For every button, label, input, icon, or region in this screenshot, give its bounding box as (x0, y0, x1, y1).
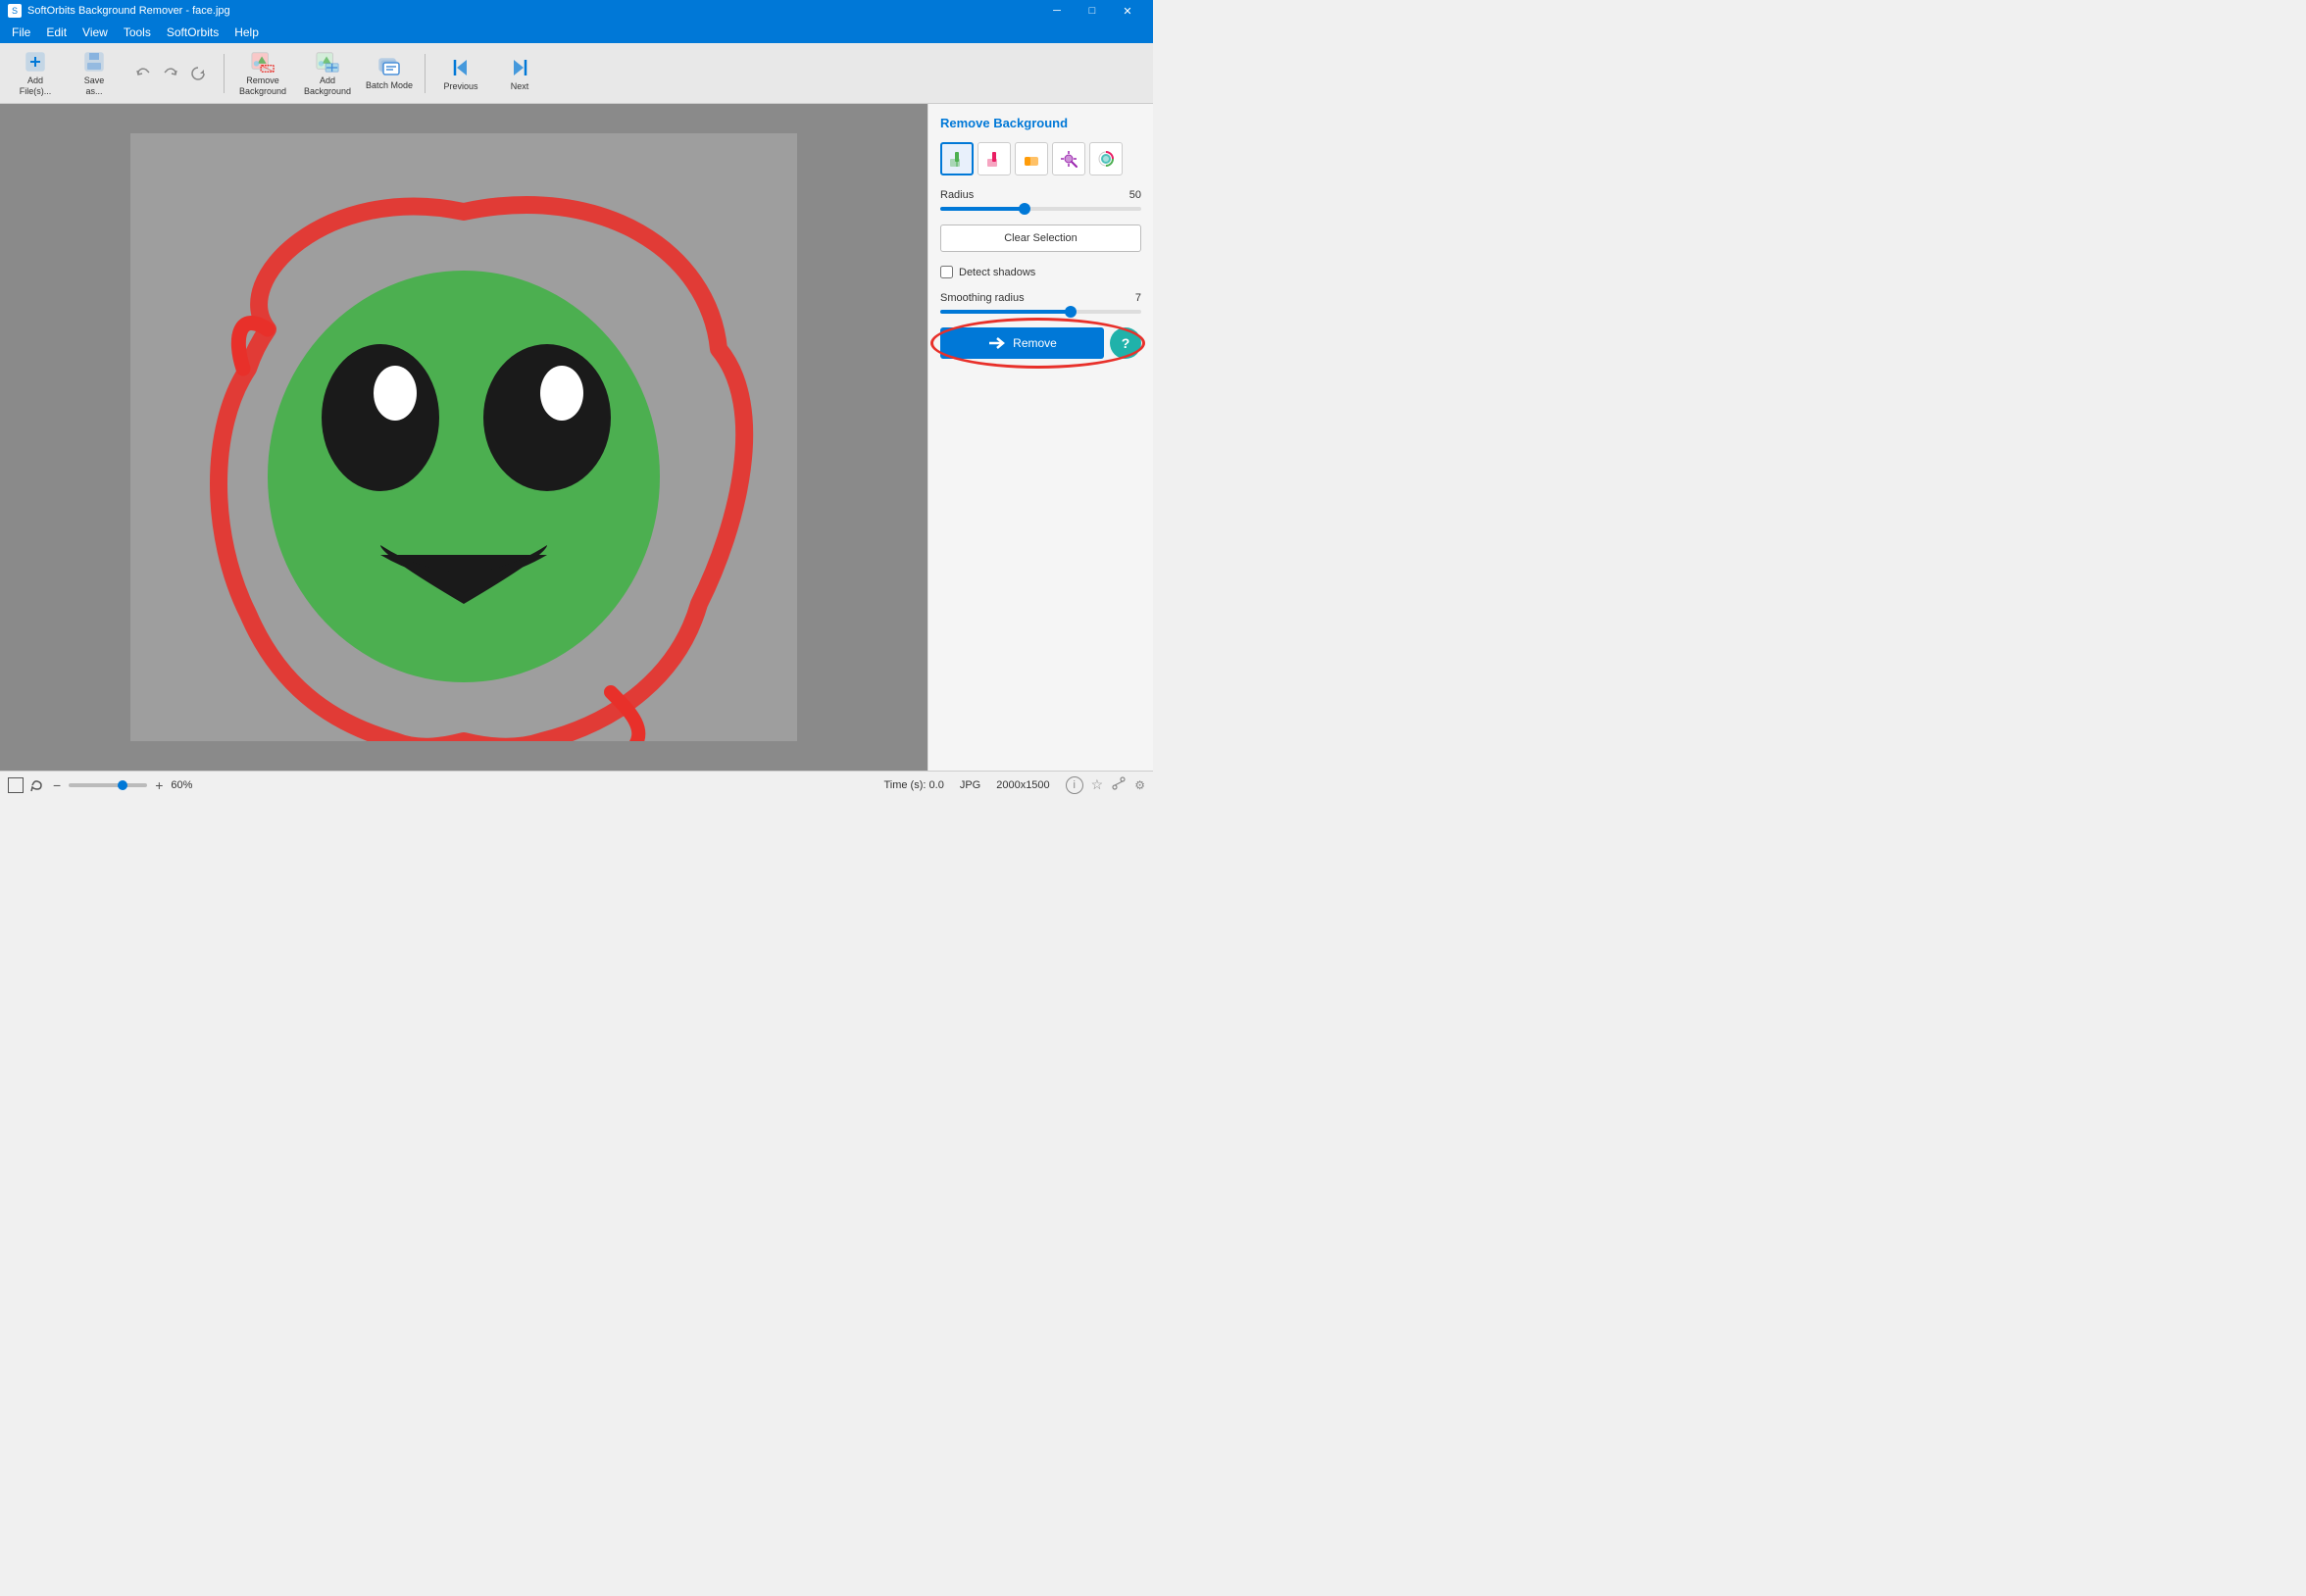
file-format: JPG (960, 779, 980, 791)
toolbar-separator-2 (425, 54, 426, 93)
star-icon[interactable]: ☆ (1091, 776, 1104, 793)
settings-icon[interactable]: ⚙ (1134, 778, 1145, 792)
radius-slider-thumb[interactable] (1019, 203, 1030, 215)
status-bar: − + 60% Time (s): 0.0 JPG 2000x1500 i ☆ … (0, 771, 1153, 798)
previous-icon (449, 56, 473, 79)
share-icon[interactable] (1111, 775, 1127, 794)
title-bar: S SoftOrbits Background Remover - face.j… (0, 0, 1153, 22)
tool-buttons (940, 142, 1141, 175)
remove-background-button[interactable]: RemoveBackground (232, 47, 293, 100)
add-background-icon (316, 50, 339, 74)
remove-brush-tool[interactable] (978, 142, 1011, 175)
app-icon: S (8, 4, 22, 18)
add-files-button[interactable]: AddFile(s)... (8, 47, 63, 100)
remove-button[interactable]: Remove (940, 327, 1104, 359)
smoothing-value: 7 (1135, 292, 1141, 304)
main-container: Remove Background (0, 104, 1153, 771)
save-as-icon (82, 50, 106, 74)
color-select-tool[interactable] (1089, 142, 1123, 175)
toolbar-separator-1 (224, 54, 225, 93)
smoothing-slider-fill (940, 310, 1071, 314)
toolbar: AddFile(s)... Saveas... (0, 43, 1153, 104)
eraser-tool[interactable] (1015, 142, 1048, 175)
add-files-label: AddFile(s)... (20, 75, 52, 97)
zoom-slider[interactable] (69, 783, 147, 787)
radius-slider-container: Radius 50 (940, 189, 1141, 211)
image-canvas (130, 133, 797, 741)
magic-wand-tool[interactable] (1052, 142, 1085, 175)
remove-background-icon (251, 50, 275, 74)
zoom-minus[interactable]: − (53, 777, 61, 793)
menu-help[interactable]: Help (226, 22, 267, 43)
menu-softorbits[interactable]: SoftOrbits (159, 22, 226, 43)
remove-arrow-icon (987, 334, 1005, 352)
radius-label: Radius (940, 189, 974, 201)
reset-button[interactable] (184, 60, 212, 87)
remove-background-label: RemoveBackground (239, 75, 286, 97)
radius-value: 50 (1129, 189, 1141, 201)
smoothing-radius-label: Smoothing radius (940, 292, 1025, 304)
smoothing-slider-thumb[interactable] (1065, 306, 1077, 318)
status-left: − + 60% (8, 777, 192, 793)
previous-label: Previous (443, 81, 477, 91)
window-title: SoftOrbits Background Remover - face.jpg (27, 5, 230, 17)
redo-button[interactable] (157, 60, 184, 87)
add-files-icon (24, 50, 47, 74)
menu-tools[interactable]: Tools (116, 22, 159, 43)
detect-shadows-row: Detect shadows (940, 266, 1141, 278)
detect-shadows-label[interactable]: Detect shadows (959, 267, 1035, 278)
batch-mode-label: Batch Mode (366, 80, 413, 91)
keep-brush-tool[interactable] (940, 142, 974, 175)
right-panel: Remove Background (927, 104, 1153, 771)
help-button[interactable]: ? (1110, 327, 1141, 359)
batch-mode-button[interactable]: Batch Mode (362, 47, 417, 100)
next-button[interactable]: Next (492, 47, 547, 100)
selection-rect-icon[interactable] (8, 777, 24, 793)
remove-row: Remove ? (940, 327, 1141, 359)
batch-mode-icon (377, 55, 401, 78)
detect-shadows-checkbox[interactable] (940, 266, 953, 278)
window-controls: ─ □ ✕ (1039, 0, 1145, 22)
add-background-button[interactable]: AddBackground (297, 47, 358, 100)
status-right: Time (s): 0.0 JPG 2000x1500 i ☆ ⚙ (883, 775, 1145, 794)
zoom-thumb[interactable] (118, 780, 127, 790)
smoothing-slider-container: Smoothing radius 7 (940, 292, 1141, 314)
next-icon (508, 56, 531, 79)
zoom-value: 60% (171, 779, 192, 791)
smoothing-slider-track[interactable] (940, 310, 1141, 314)
save-as-label: Saveas... (84, 75, 105, 97)
menu-file[interactable]: File (4, 22, 38, 43)
minimize-btn[interactable]: ─ (1039, 0, 1075, 22)
time-label: Time (s): 0.0 (883, 779, 943, 791)
menu-edit[interactable]: Edit (38, 22, 75, 43)
maximize-btn[interactable]: □ (1075, 0, 1110, 22)
next-label: Next (511, 81, 529, 91)
undo-button[interactable] (129, 60, 157, 87)
menu-bar: File Edit View Tools SoftOrbits Help (0, 22, 1153, 43)
add-background-label: AddBackground (304, 75, 351, 97)
save-as-button[interactable]: Saveas... (67, 47, 122, 100)
clear-selection-button[interactable]: Clear Selection (940, 224, 1141, 252)
menu-view[interactable]: View (75, 22, 116, 43)
image-dimensions: 2000x1500 (996, 779, 1049, 791)
radius-slider-track[interactable] (940, 207, 1141, 211)
close-btn[interactable]: ✕ (1110, 0, 1145, 22)
selection-lasso-icon[interactable] (29, 777, 45, 793)
previous-button[interactable]: Previous (433, 47, 488, 100)
zoom-plus[interactable]: + (155, 777, 163, 793)
info-icon[interactable]: i (1066, 776, 1083, 794)
canvas-area[interactable] (0, 104, 927, 771)
panel-title: Remove Background (940, 116, 1141, 130)
radius-slider-fill (940, 207, 1025, 211)
remove-label: Remove (1013, 336, 1057, 350)
